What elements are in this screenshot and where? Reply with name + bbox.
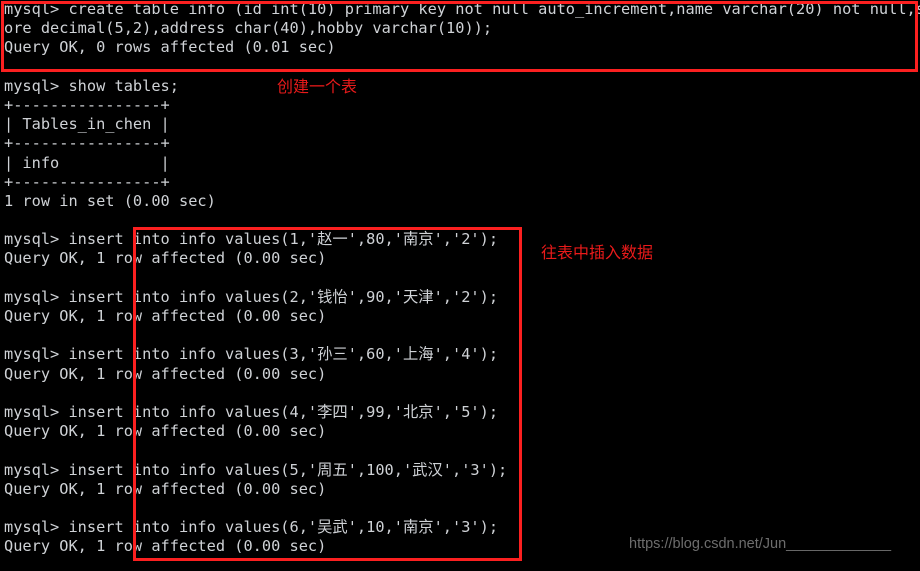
terminal-line: mysql> insert into info values(4,'李四',99… (4, 402, 499, 421)
terminal-line: | Tables_in_chen | (4, 115, 170, 134)
watermark-url: https://blog.csdn.net/Jun_____________ (629, 536, 892, 552)
terminal-line: 1 row in set (0.00 sec) (4, 191, 216, 210)
terminal-line: +----------------+ (4, 134, 170, 153)
terminal-line: Query OK, 1 row affected (0.00 sec) (4, 249, 327, 268)
terminal-line: +----------------+ (4, 95, 170, 114)
terminal-line: Query OK, 1 row affected (0.00 sec) (4, 307, 327, 325)
terminal-line: mysql> insert into info values(5,'周五',10… (4, 460, 508, 479)
terminal-line: Query OK, 1 row affected (0.00 sec) (4, 422, 327, 441)
annotation-label-insert-data: 往表中插入数据 (541, 243, 654, 262)
annotation-label-create-table: 创建一个表 (277, 77, 358, 96)
terminal-line: mysql> show tables; (4, 76, 179, 95)
terminal-line: mysql> insert into info values(6,'吴武',10… (4, 518, 499, 537)
terminal-line: Query OK, 0 rows affected (0.01 sec) (4, 38, 336, 57)
terminal-line: mysql> insert into info values(2,'钱怡',90… (4, 287, 499, 306)
terminal-line: Query OK, 1 row affected (0.00 sec) (4, 364, 327, 383)
terminal-line: +----------------+ (4, 172, 170, 191)
terminal-line: mysql> insert into info values(3,'孙三',60… (4, 345, 499, 364)
terminal-line: | info | (4, 153, 170, 172)
terminal-output[interactable]: mysql> create table info (id int(10) pri… (4, 0, 920, 556)
terminal-line: mysql> create table info (id int(10) pri… (4, 0, 920, 18)
terminal-line: Query OK, 1 row affected (0.00 sec) (4, 479, 327, 498)
terminal-line: ore decimal(5,2),address char(40),hobby … (4, 19, 493, 38)
terminal-line: mysql> insert into info values(1,'赵一',80… (4, 230, 499, 249)
terminal-screen: mysql> create table info (id int(10) pri… (0, 0, 920, 571)
